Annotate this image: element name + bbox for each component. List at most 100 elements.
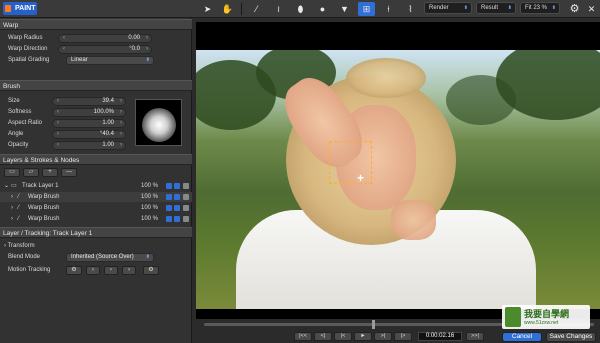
decrement-icon[interactable]: ‹ bbox=[63, 46, 65, 53]
previous-frame-button[interactable]: <| bbox=[314, 332, 332, 341]
increment-icon[interactable]: › bbox=[146, 35, 148, 42]
edit-checkbox[interactable] bbox=[174, 205, 180, 211]
folder-icon[interactable]: ▱ bbox=[23, 168, 39, 177]
remove-layer-button[interactable]: — bbox=[61, 168, 77, 177]
tracking-settings-icon[interactable]: ⚙ bbox=[143, 266, 159, 275]
grid-warp-icon[interactable]: ⊞ bbox=[358, 2, 375, 16]
track-stop-icon[interactable]: ▫ bbox=[104, 266, 118, 275]
brush-size-label: Size bbox=[8, 98, 20, 104]
visibility-checkbox[interactable] bbox=[166, 194, 172, 200]
decrement-icon[interactable]: ‹ bbox=[57, 120, 59, 127]
go-to-start-button[interactable]: |<< bbox=[294, 332, 312, 341]
pin-icon[interactable]: ⌇ bbox=[402, 2, 419, 16]
app-logo: PAINT bbox=[3, 2, 37, 15]
folder-icon: ▭ bbox=[11, 183, 17, 189]
blend-mode-label: Blend Mode bbox=[8, 254, 41, 260]
brush-size-field[interactable]: ‹ 39.4 › bbox=[52, 97, 126, 106]
timecode-display[interactable]: 0:00:02.16 bbox=[418, 332, 462, 341]
toolbar-divider bbox=[241, 3, 242, 15]
close-icon[interactable]: ✕ bbox=[583, 2, 600, 16]
gear-icon[interactable]: ⚙ bbox=[566, 2, 583, 16]
dropper-icon[interactable]: ⬮ bbox=[292, 2, 309, 16]
expand-chevron-icon[interactable]: › bbox=[11, 203, 13, 213]
warp-direction-field[interactable]: ‹ °0.0 › bbox=[58, 45, 152, 54]
view-mode-select[interactable]: Result ⬍ bbox=[476, 2, 516, 14]
blob-icon[interactable]: ● bbox=[314, 2, 331, 16]
increment-icon[interactable]: › bbox=[120, 120, 122, 127]
decrement-icon[interactable]: ‹ bbox=[57, 142, 59, 149]
zoom-select[interactable]: Fit 23 % ⬍ bbox=[520, 2, 560, 14]
expand-chevron-icon[interactable]: › bbox=[11, 214, 13, 224]
angle-field[interactable]: ‹ °40.4 › bbox=[52, 130, 126, 139]
increment-icon[interactable]: › bbox=[120, 131, 122, 138]
lock-icon[interactable] bbox=[183, 205, 189, 211]
warp-brush-cursor[interactable]: + bbox=[329, 141, 372, 184]
cancel-button[interactable]: Cancel bbox=[502, 332, 542, 342]
fill-icon[interactable]: ▼ bbox=[336, 2, 353, 16]
hand-icon[interactable]: ✋ bbox=[219, 2, 236, 16]
decrement-icon[interactable]: ‹ bbox=[57, 131, 59, 138]
save-changes-button[interactable]: Save Changes bbox=[546, 332, 596, 342]
edit-checkbox[interactable] bbox=[174, 216, 180, 222]
increment-icon[interactable]: › bbox=[146, 46, 148, 53]
puppet-icon[interactable]: ⍿ bbox=[380, 2, 397, 16]
softness-field[interactable]: ‹ 100.0% › bbox=[52, 108, 126, 117]
increment-icon[interactable]: › bbox=[120, 109, 122, 116]
spatial-grading-select[interactable]: Linear ⬍ bbox=[66, 56, 154, 65]
view-select[interactable]: Render ⬍ bbox=[424, 2, 472, 14]
brush-icon[interactable]: ⁄ bbox=[248, 2, 265, 16]
aspect-ratio-field[interactable]: ‹ 1.00 › bbox=[52, 119, 126, 128]
next-key-button[interactable]: >| bbox=[374, 332, 392, 341]
transform-expander[interactable]: › Transform bbox=[4, 243, 35, 249]
opacity-label: Opacity bbox=[8, 142, 29, 148]
expand-chevron-icon[interactable]: › bbox=[11, 192, 13, 202]
track-layer-row[interactable]: ⌄ ▭ Track Layer 1 100 % bbox=[0, 181, 192, 191]
track-backward-icon[interactable]: ‹ bbox=[86, 266, 100, 275]
new-layer-icon[interactable]: ▭ bbox=[4, 168, 20, 177]
opacity-field[interactable]: ‹ 1.00 › bbox=[52, 141, 126, 150]
previous-key-button[interactable]: |< bbox=[334, 332, 352, 341]
smudge-icon[interactable]: ≀ bbox=[270, 2, 287, 16]
section-layers[interactable]: Layers & Strokes & Nodes bbox=[0, 154, 192, 165]
increment-icon[interactable]: › bbox=[120, 98, 122, 105]
add-layer-button[interactable]: + bbox=[42, 168, 58, 177]
angle-label: Angle bbox=[8, 131, 24, 137]
stroke-row[interactable]: › ⁄ Warp Brush 100 % bbox=[0, 192, 192, 202]
image-viewer[interactable]: + bbox=[196, 22, 600, 324]
warp-direction-label: Warp Direction bbox=[8, 46, 48, 52]
visibility-checkbox[interactable] bbox=[166, 183, 172, 189]
increment-icon[interactable]: › bbox=[120, 142, 122, 149]
edit-checkbox[interactable] bbox=[174, 194, 180, 200]
warp-radius-field[interactable]: ‹ 0.00 › bbox=[58, 34, 152, 43]
blend-mode-select[interactable]: Inherited (Source Over) ⬍ bbox=[66, 253, 154, 262]
playback-bar: |<< <| |< ► >| |> 0:00:02.16 >>| Cancel … bbox=[196, 330, 600, 343]
watermark-badge-icon bbox=[505, 307, 521, 327]
visibility-checkbox[interactable] bbox=[166, 205, 172, 211]
section-brush[interactable]: Brush bbox=[0, 80, 192, 91]
edit-checkbox[interactable] bbox=[174, 183, 180, 189]
lock-icon[interactable] bbox=[183, 183, 189, 189]
visibility-checkbox[interactable] bbox=[166, 216, 172, 222]
lock-icon[interactable] bbox=[183, 216, 189, 222]
stroke-row[interactable]: › ⁄ Warp Brush 100 % bbox=[0, 214, 192, 224]
track-forward-icon[interactable]: › bbox=[122, 266, 136, 275]
source-image[interactable] bbox=[196, 50, 600, 309]
arrow-pointer-icon[interactable]: ➤ bbox=[199, 2, 216, 16]
decrement-icon[interactable]: ‹ bbox=[57, 98, 59, 105]
lock-icon[interactable] bbox=[183, 194, 189, 200]
brush-falloff-preview bbox=[142, 108, 176, 142]
warp-radius-label: Warp Radius bbox=[8, 35, 43, 41]
section-layer-tracking[interactable]: Layer / Tracking: Track Layer 1 bbox=[0, 227, 192, 238]
section-warp[interactable]: Warp bbox=[0, 19, 192, 30]
left-panel: Warp Warp Radius ‹ 0.00 › Warp Direction… bbox=[0, 18, 192, 343]
expand-chevron-icon[interactable]: ⌄ bbox=[4, 181, 9, 191]
decrement-icon[interactable]: ‹ bbox=[63, 35, 65, 42]
brush-stroke-icon: ⁄ bbox=[18, 205, 20, 211]
decrement-icon[interactable]: ‹ bbox=[57, 109, 59, 116]
playhead-handle[interactable] bbox=[372, 320, 375, 329]
go-to-end-button[interactable]: >>| bbox=[466, 332, 484, 341]
stroke-row[interactable]: › ⁄ Warp Brush 100 % bbox=[0, 203, 192, 213]
play-button[interactable]: ► bbox=[354, 332, 372, 341]
next-frame-button[interactable]: |> bbox=[394, 332, 412, 341]
tracking-gear-icon[interactable]: ⚙ bbox=[66, 266, 82, 275]
